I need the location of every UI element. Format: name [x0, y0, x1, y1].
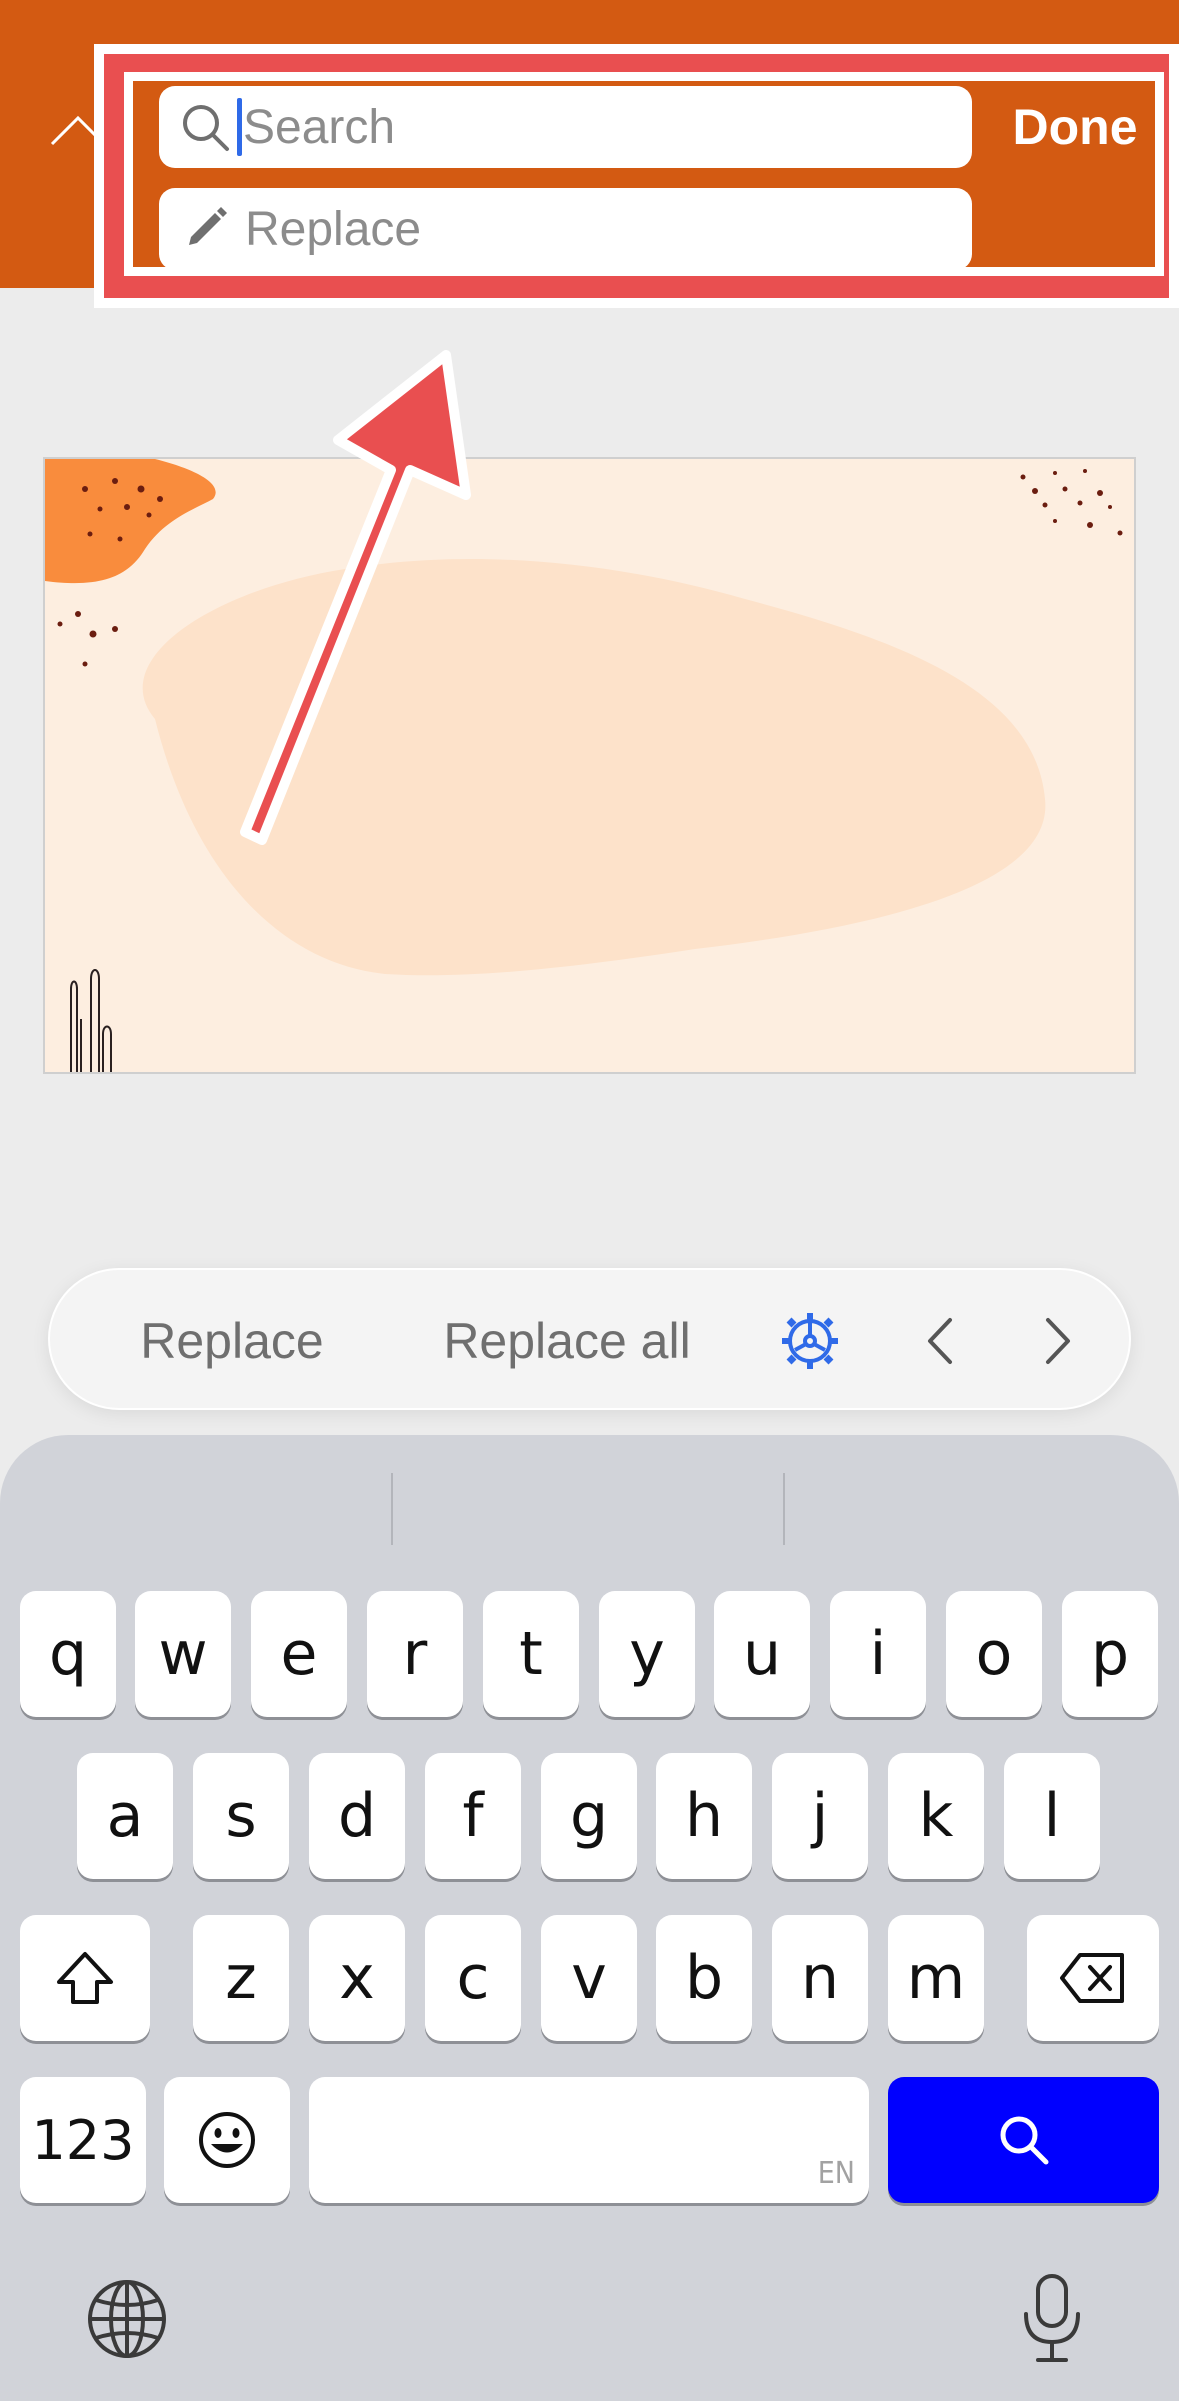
- suggestion-divider: [783, 1473, 785, 1545]
- delete-key[interactable]: [1027, 1915, 1159, 2041]
- search-input[interactable]: [243, 92, 943, 162]
- search-key[interactable]: [888, 2077, 1159, 2203]
- replace-input[interactable]: [245, 194, 945, 264]
- magnifier-icon: [1000, 2116, 1048, 2165]
- next-match-button[interactable]: [1018, 1270, 1098, 1412]
- key-j[interactable]: j: [772, 1753, 868, 1879]
- shift-key[interactable]: [20, 1915, 150, 2041]
- pencil-icon: [189, 207, 227, 245]
- key-y[interactable]: y: [599, 1591, 695, 1717]
- key-w[interactable]: w: [135, 1591, 231, 1717]
- slide-thumbnail[interactable]: [43, 457, 1136, 1074]
- find-toolbar: Replace Replace all: [48, 1268, 1131, 1410]
- chevron-left-icon: [928, 1318, 952, 1364]
- key-k[interactable]: k: [888, 1753, 984, 1879]
- search-options-button[interactable]: [760, 1270, 860, 1412]
- key-i[interactable]: i: [830, 1591, 926, 1717]
- done-button[interactable]: Done: [1000, 90, 1150, 164]
- decorative-dots-right: [1020, 469, 1123, 536]
- globe-icon[interactable]: [86, 2278, 168, 2360]
- chevron-right-icon: [1046, 1318, 1070, 1364]
- key-z[interactable]: z: [193, 1915, 289, 2041]
- search-field[interactable]: [159, 86, 972, 168]
- key-g[interactable]: g: [541, 1753, 637, 1879]
- keyboard-language-label: EN: [817, 2156, 855, 2191]
- previous-match-button[interactable]: [900, 1270, 980, 1412]
- corner-shape: [45, 459, 216, 584]
- replace-button[interactable]: Replace: [122, 1270, 342, 1412]
- key-q[interactable]: q: [20, 1591, 116, 1717]
- suggestion-divider: [391, 1473, 393, 1545]
- backspace-icon: [1060, 1953, 1124, 2003]
- line-art: [70, 969, 112, 1072]
- key-a[interactable]: a: [77, 1753, 173, 1879]
- key-d[interactable]: d: [309, 1753, 405, 1879]
- text-cursor: [237, 98, 242, 156]
- shift-arrow-icon: [57, 1952, 113, 2004]
- key-s[interactable]: s: [193, 1753, 289, 1879]
- key-p[interactable]: p: [1062, 1591, 1158, 1717]
- key-u[interactable]: u: [714, 1591, 810, 1717]
- key-t[interactable]: t: [483, 1591, 579, 1717]
- key-r[interactable]: r: [367, 1591, 463, 1717]
- key-b[interactable]: b: [656, 1915, 752, 2041]
- key-v[interactable]: v: [541, 1915, 637, 2041]
- replace-field[interactable]: [159, 188, 972, 270]
- key-o[interactable]: o: [946, 1591, 1042, 1717]
- space-key[interactable]: EN: [309, 2077, 869, 2203]
- gear-icon: [782, 1313, 838, 1369]
- slide-artwork: [45, 459, 1123, 1072]
- key-h[interactable]: h: [656, 1753, 752, 1879]
- key-l[interactable]: l: [1004, 1753, 1100, 1879]
- key-m[interactable]: m: [888, 1915, 984, 2041]
- search-icon: [183, 105, 229, 151]
- key-x[interactable]: x: [309, 1915, 405, 2041]
- smiley-icon: [199, 2112, 255, 2168]
- replace-all-button[interactable]: Replace all: [402, 1270, 732, 1412]
- key-f[interactable]: f: [425, 1753, 521, 1879]
- key-e[interactable]: e: [251, 1591, 347, 1717]
- emoji-key[interactable]: [164, 2077, 290, 2203]
- annotation-arrow: [240, 350, 471, 845]
- numbers-key[interactable]: 123: [20, 2077, 146, 2203]
- key-c[interactable]: c: [425, 1915, 521, 2041]
- microphone-icon[interactable]: [1020, 2272, 1084, 2366]
- key-n[interactable]: n: [772, 1915, 868, 2041]
